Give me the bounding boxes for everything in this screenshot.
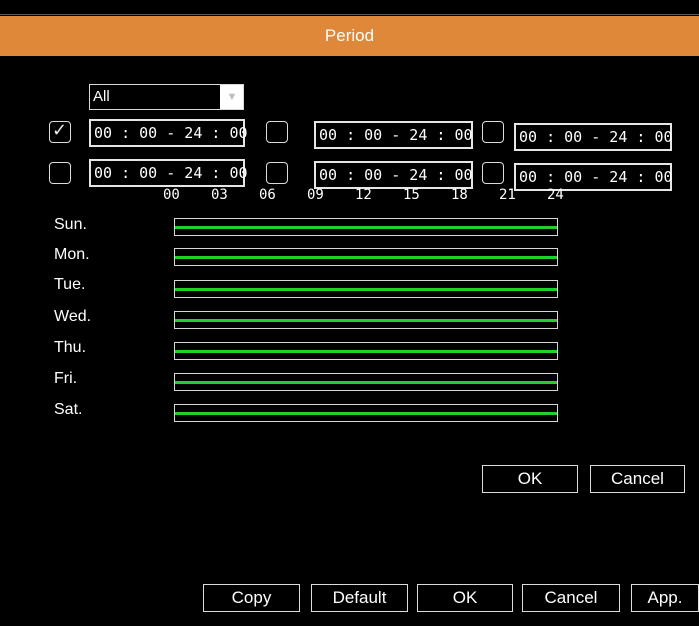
hour-label-12: 12: [355, 187, 372, 203]
time-range-field-1[interactable]: 00 : 00 - 24 : 00: [89, 119, 248, 147]
schedule-fill: [175, 288, 557, 291]
day-label-thu: Thu.: [54, 339, 87, 356]
time-range-field-4[interactable]: 00 : 00 - 24 : 00: [89, 159, 248, 187]
slot-checkbox-3[interactable]: [482, 121, 504, 143]
cancel-button[interactable]: Cancel: [590, 465, 685, 493]
schedule-bar-thu[interactable]: [174, 342, 558, 360]
schedule-fill: [175, 319, 557, 322]
footer-ok-button[interactable]: OK: [417, 584, 513, 612]
copy-button[interactable]: Copy: [203, 584, 300, 612]
time-range-field-5[interactable]: 00 : 00 - 24 : 00: [314, 161, 473, 189]
time-range-field-2[interactable]: 00 : 00 - 24 : 00: [314, 121, 473, 149]
schedule-bar-sun[interactable]: [174, 218, 558, 236]
hour-label-18: 18: [451, 187, 468, 203]
hour-label-09: 09: [307, 187, 324, 203]
day-label-wed: Wed.: [54, 308, 92, 325]
schedule-fill: [175, 412, 557, 415]
schedule-fill: [175, 226, 557, 229]
schedule-bar-mon[interactable]: [174, 248, 558, 266]
check-icon: ✓: [52, 120, 68, 140]
hour-label-00: 00: [163, 187, 180, 203]
hour-label-24: 24: [547, 187, 564, 203]
schedule-bar-tue[interactable]: [174, 280, 558, 298]
chevron-down-icon[interactable]: ▼: [224, 89, 240, 105]
hour-label-21: 21: [499, 187, 516, 203]
hour-label-03: 03: [211, 187, 228, 203]
day-label-fri: Fri.: [54, 370, 78, 387]
day-label-sat: Sat.: [54, 401, 83, 418]
slot-checkbox-6[interactable]: [482, 162, 504, 184]
day-label-mon: Mon.: [54, 246, 90, 263]
ok-button[interactable]: OK: [482, 465, 578, 493]
schedule-bar-fri[interactable]: [174, 373, 558, 391]
day-label-sun: Sun.: [54, 216, 87, 233]
day-label-tue: Tue.: [54, 276, 86, 293]
slot-checkbox-1[interactable]: ✓: [49, 120, 71, 143]
schedule-fill: [175, 350, 557, 353]
schedule-fill: [175, 381, 557, 384]
slot-checkbox-2[interactable]: [266, 121, 288, 143]
slot-select-value: All: [90, 85, 220, 109]
window-title: Period: [0, 16, 699, 56]
schedule-bar-sat[interactable]: [174, 404, 558, 422]
slot-select[interactable]: All ▼: [89, 84, 244, 110]
top-divider: [0, 14, 699, 15]
apply-button[interactable]: App.: [631, 584, 699, 612]
time-range-field-3[interactable]: 00 : 00 - 24 : 00: [514, 123, 673, 151]
time-range-field-6[interactable]: 00 : 00 - 24 : 00: [514, 163, 673, 191]
schedule-fill: [175, 256, 557, 259]
schedule-bar-wed[interactable]: [174, 311, 558, 329]
hour-label-06: 06: [259, 187, 276, 203]
slot-checkbox-5[interactable]: [266, 162, 288, 184]
default-button[interactable]: Default: [311, 584, 408, 612]
slot-checkbox-4[interactable]: [49, 162, 71, 184]
hour-label-15: 15: [403, 187, 420, 203]
footer-cancel-button[interactable]: Cancel: [522, 584, 620, 612]
